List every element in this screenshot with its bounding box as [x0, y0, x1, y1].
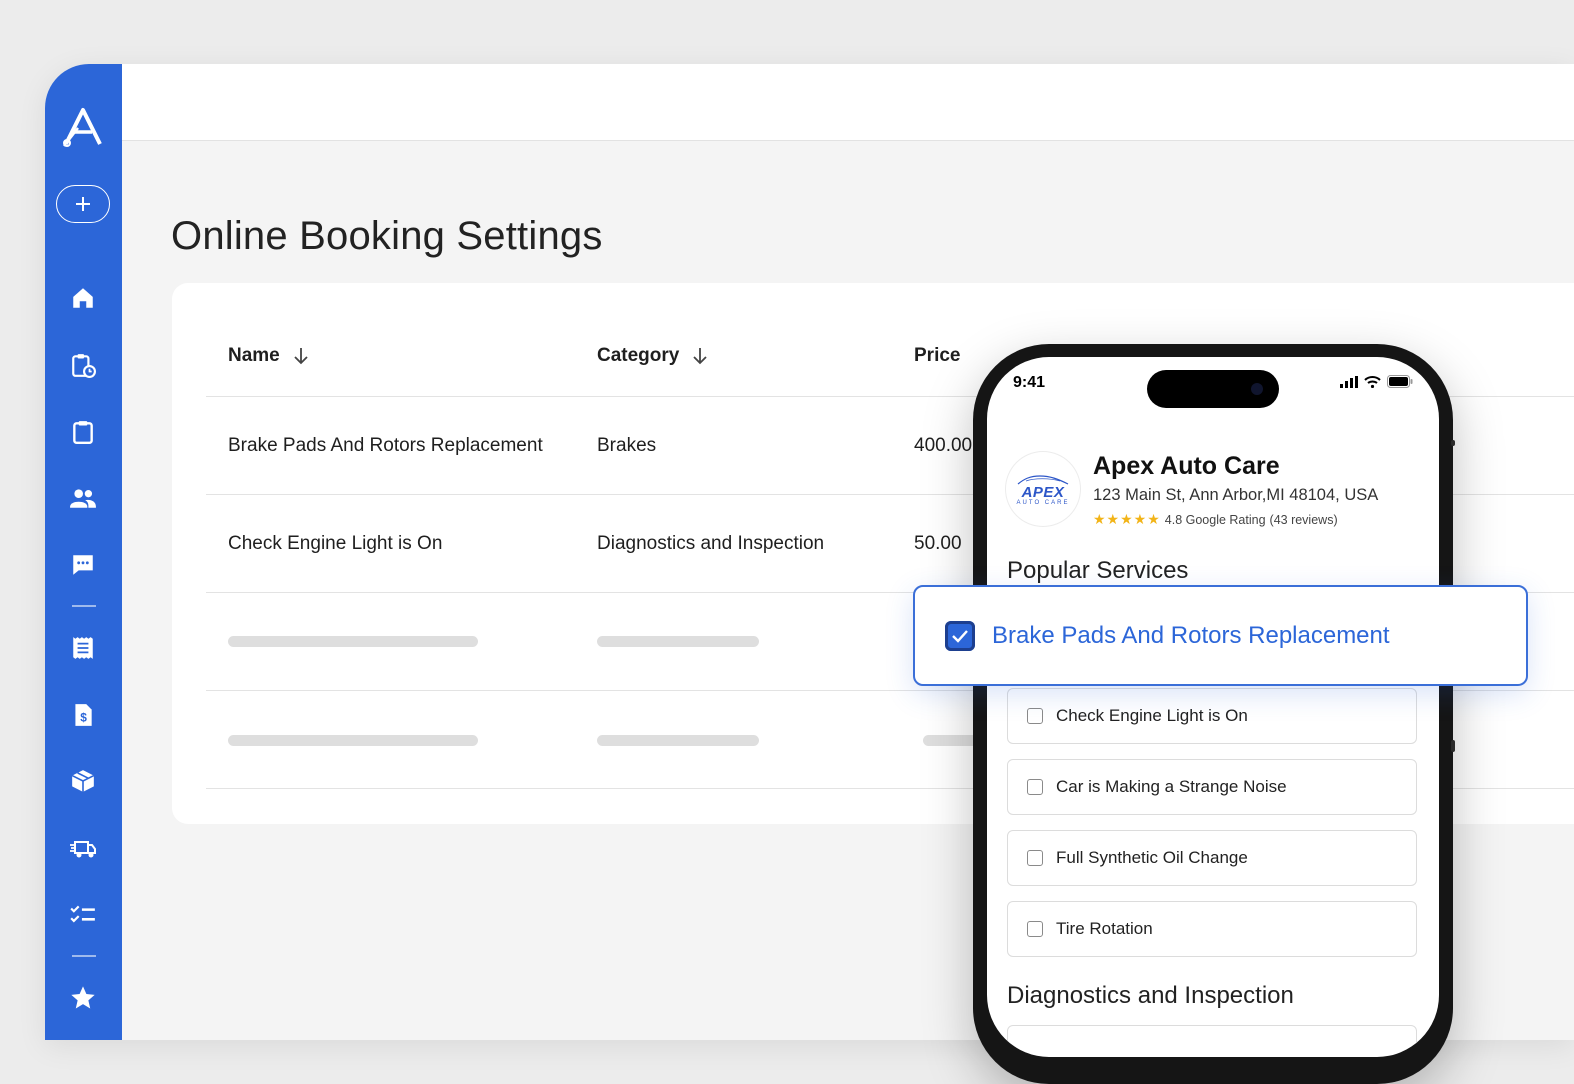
service-option[interactable]: Full Synthetic Oil Change: [1007, 830, 1417, 886]
service-option[interactable]: Check Engine Light is On: [1007, 688, 1417, 744]
section-title-popular: Popular Services: [1007, 557, 1189, 584]
camera-icon: [1251, 383, 1263, 395]
phone-button: [1451, 740, 1455, 752]
nav-divider: [72, 605, 96, 607]
table-cell-category: Diagnostics and Inspection: [597, 533, 825, 554]
signal-icon: [1340, 375, 1358, 388]
people-icon[interactable]: [69, 484, 97, 512]
wifi-icon: [1364, 375, 1381, 388]
home-icon[interactable]: [69, 284, 97, 312]
shop-name: Apex Auto Care: [1093, 452, 1280, 480]
checkmark-icon: [952, 629, 968, 643]
nav-divider: [72, 955, 96, 957]
column-header-category[interactable]: Category: [597, 345, 709, 367]
service-option[interactable]: Tire Rotation: [1007, 901, 1417, 957]
svg-text:$: $: [80, 711, 87, 725]
clipboard-icon[interactable]: [69, 418, 97, 446]
shop-rating: ★★★★★ 4.8 Google Rating (43 reviews): [1093, 511, 1338, 527]
dynamic-island: [1147, 370, 1279, 408]
table-cell-category: Brakes: [597, 435, 657, 456]
shop-address: 123 Main St, Ann Arbor,MI 48104, USA: [1093, 486, 1379, 504]
checklist-icon[interactable]: [69, 901, 97, 929]
service-option[interactable]: Car is Making a Strange Noise: [1007, 759, 1417, 815]
sidebar: $: [45, 64, 122, 1040]
plus-icon: [76, 197, 90, 211]
table-cell-price: 400.00: [914, 435, 973, 456]
rating-stars: ★★★★★: [1093, 511, 1161, 527]
table-cell-name[interactable]: Check Engine Light is On: [228, 533, 442, 555]
column-header-price[interactable]: Price: [914, 345, 960, 367]
chat-icon[interactable]: [69, 551, 97, 579]
add-button[interactable]: [56, 185, 110, 223]
table-cell-name[interactable]: Brake Pads And Rotors Replacement: [228, 435, 543, 457]
package-icon[interactable]: [69, 767, 97, 795]
skeleton-cell: [228, 636, 478, 647]
shop-logo: APEX AUTO CARE: [1006, 452, 1080, 526]
sort-down-icon: [294, 348, 308, 365]
checkbox[interactable]: [1027, 779, 1043, 795]
star-icon[interactable]: [69, 984, 97, 1012]
skeleton-cell: [228, 735, 478, 746]
table-cell-price: 50.00: [914, 533, 962, 554]
calendar-clipboard-icon[interactable]: [69, 351, 97, 379]
status-time: 9:41: [1013, 374, 1046, 391]
service-option[interactable]: [1007, 1025, 1417, 1057]
section-title-diagnostics: Diagnostics and Inspection: [1007, 982, 1294, 1009]
skeleton-cell: [597, 735, 759, 746]
car-outline-icon: [1017, 474, 1069, 485]
page-title: Online Booking Settings: [171, 214, 603, 258]
phone-button: [1451, 440, 1455, 446]
checkbox-checked[interactable]: [945, 620, 975, 651]
top-bar: [122, 64, 1574, 141]
checkbox[interactable]: [1027, 850, 1043, 866]
checkbox[interactable]: [1027, 921, 1043, 937]
phone-screen: 9:41 APEX AUTO CARE Apex Auto Care 123 M…: [987, 357, 1439, 1057]
list-icon[interactable]: [69, 634, 97, 662]
status-icons: [1340, 375, 1413, 388]
skeleton-cell: [597, 636, 759, 647]
invoice-icon[interactable]: $: [69, 701, 97, 729]
checkbox[interactable]: [1027, 708, 1043, 724]
battery-icon: [1387, 375, 1413, 388]
app-logo-icon[interactable]: [62, 106, 104, 148]
selected-service-card[interactable]: Brake Pads And Rotors Replacement: [913, 585, 1528, 686]
truck-icon[interactable]: [69, 835, 97, 863]
sort-down-icon: [693, 348, 707, 365]
column-header-name[interactable]: Name: [228, 345, 310, 367]
